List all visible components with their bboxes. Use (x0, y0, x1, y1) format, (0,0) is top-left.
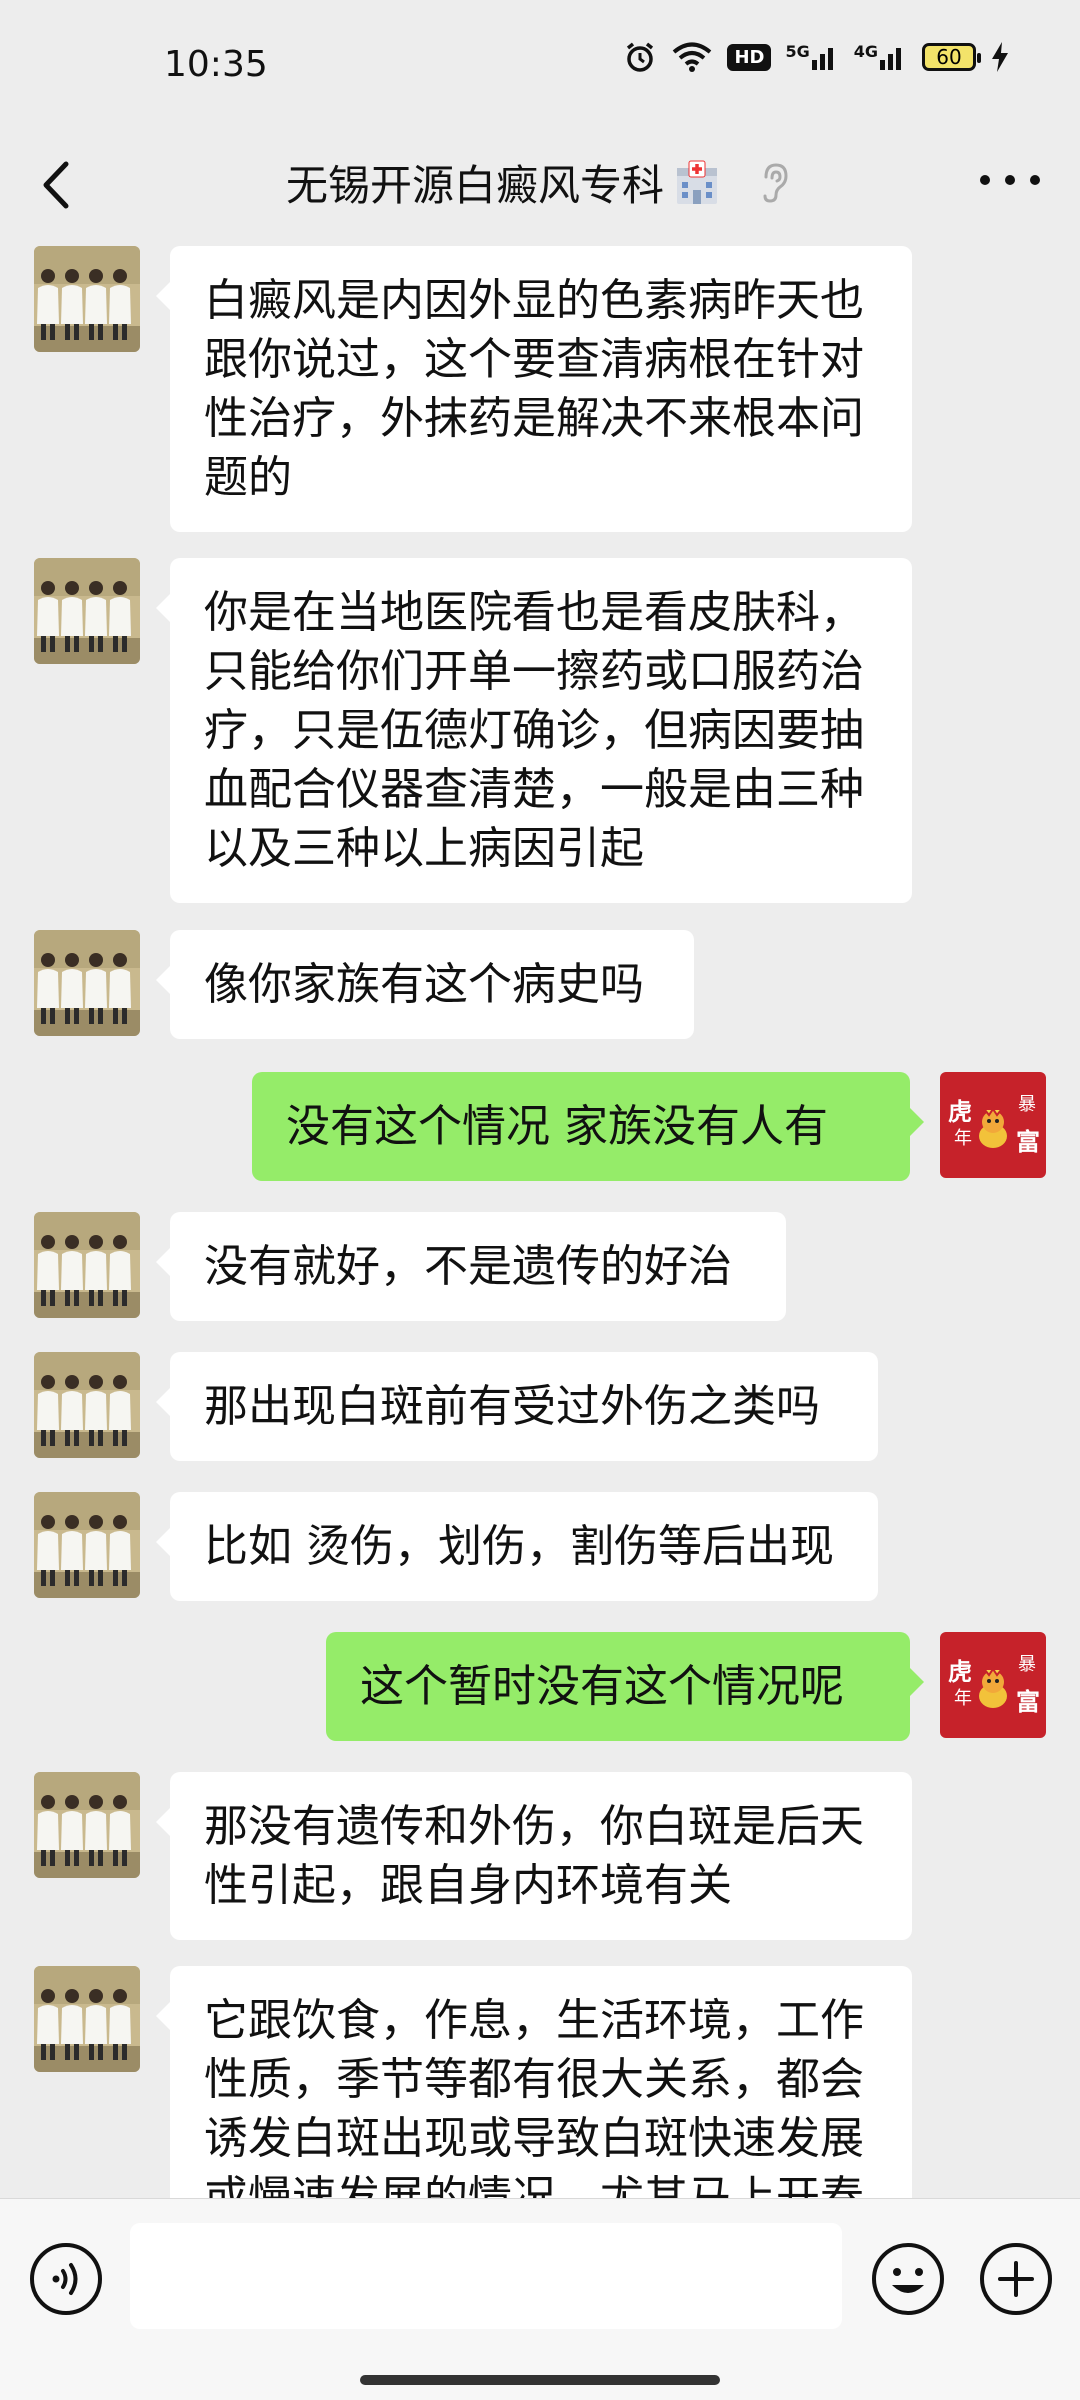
doctors-group-photo-icon (34, 1772, 140, 1878)
contact-avatar[interactable] (34, 1352, 140, 1458)
message-bubble[interactable]: 没有这个情况 家族没有人有 (252, 1072, 924, 1181)
message-bubble[interactable]: 比如 烫伤，划伤，割伤等后出现 (156, 1492, 878, 1601)
battery-icon: 60 (922, 43, 981, 71)
wifi-icon (671, 41, 713, 73)
incoming-message: 没有就好，不是遗传的好治 (0, 1212, 1080, 1321)
incoming-message: 白癜风是内因外显的色素病昨天也跟你说过，这个要查清病根在针对性治疗，外抹药是解决… (0, 246, 1080, 532)
doctors-group-photo-icon (34, 930, 140, 1036)
incoming-message: 那出现白斑前有受过外伤之类吗 (0, 1352, 1080, 1461)
my-avatar[interactable]: 虎 年 暴 富 (940, 1632, 1046, 1738)
doctors-group-photo-icon (34, 1352, 140, 1458)
more-functions-button[interactable] (978, 2241, 1054, 2317)
message-bubble[interactable]: 那没有遗传和外伤，你白斑是后天性引起，跟自身内环境有关 (156, 1772, 912, 1940)
incoming-message: 它跟饮食，作息，生活环境，工作性质，季节等都有很大关系，都会诱发白斑出现或导致白… (0, 1966, 1080, 2198)
status-icons: HD 5G 4G 60 (623, 40, 1010, 74)
emoji-icon (872, 2243, 944, 2315)
battery-level: 60 (936, 45, 962, 69)
incoming-message: 比如 烫伤，划伤，割伤等后出现 (0, 1492, 1080, 1601)
message-bubble[interactable]: 那出现白斑前有受过外伤之类吗 (156, 1352, 878, 1461)
avatar-char: 虎 (948, 1657, 972, 1686)
avatar-char: 虎 (948, 1097, 972, 1126)
outgoing-message: 虎 年 暴 富 这个暂时没有这个情况呢 (0, 1632, 1080, 1741)
alarm-icon (623, 40, 657, 74)
incoming-message: 你是在当地医院看也是看皮肤科，只能给你们开单一擦药或口服药治疗，只是伍德灯确诊，… (0, 558, 1080, 903)
hd-icon: HD (727, 43, 772, 71)
charging-icon (990, 41, 1010, 73)
doctors-group-photo-icon (34, 246, 140, 352)
contact-avatar[interactable] (34, 930, 140, 1036)
signal-5g-icon: 5G (785, 42, 839, 72)
signal-5g-label: 5G (785, 42, 810, 61)
doctors-group-photo-icon (34, 558, 140, 664)
chat-screen: 10:35 HD 5G 4G 60 无锡开源白癜风专科 白癜风是内因外显的色素病… (0, 0, 1080, 2400)
ear-icon (763, 162, 788, 203)
home-indicator[interactable] (360, 2375, 720, 2385)
signal-4g-icon: 4G (854, 42, 908, 72)
contact-avatar[interactable] (34, 1212, 140, 1318)
more-dot-icon (1005, 175, 1015, 185)
avatar-char: 年 (954, 1128, 972, 1149)
more-dot-icon (1030, 175, 1040, 185)
voice-icon (30, 2243, 102, 2315)
outgoing-message: 虎 年 暴 富 没有这个情况 家族没有人有 (0, 1072, 1080, 1181)
message-bubble[interactable]: 没有就好，不是遗传的好治 (156, 1212, 786, 1321)
my-avatar[interactable]: 虎 年 暴 富 (940, 1072, 1046, 1178)
incoming-message: 那没有遗传和外伤，你白斑是后天性引起，跟自身内环境有关 (0, 1772, 1080, 1940)
contact-avatar[interactable] (34, 1772, 140, 1878)
message-bubble[interactable]: 你是在当地医院看也是看皮肤科，只能给你们开单一擦药或口服药治疗，只是伍德灯确诊，… (156, 558, 912, 903)
doctors-group-photo-icon (34, 1212, 140, 1318)
hospital-icon (677, 160, 717, 204)
message-bubble[interactable]: 像你家族有这个病史吗 (156, 930, 694, 1039)
doctors-group-photo-icon (34, 1966, 140, 2072)
message-input[interactable] (130, 2223, 842, 2329)
signal-4g-label: 4G (853, 42, 878, 61)
avatar-char: 富 (1016, 1127, 1040, 1156)
chat-title: 无锡开源白癜风专科 (0, 152, 1080, 213)
avatar-char: 富 (1016, 1687, 1040, 1716)
status-time: 10:35 (164, 44, 268, 85)
contact-avatar[interactable] (34, 1492, 140, 1598)
contact-avatar[interactable] (34, 246, 140, 352)
contact-avatar[interactable] (34, 1966, 140, 2072)
more-dot-icon (980, 175, 990, 185)
message-bubble[interactable]: 它跟饮食，作息，生活环境，工作性质，季节等都有很大关系，都会诱发白斑出现或导致白… (156, 1966, 912, 2198)
plus-icon (980, 2243, 1052, 2315)
contact-avatar[interactable] (34, 558, 140, 664)
doctors-group-photo-icon (34, 1492, 140, 1598)
avatar-char: 暴 (1018, 1094, 1036, 1115)
incoming-message: 像你家族有这个病史吗 (0, 930, 1080, 1039)
more-options-button[interactable] (980, 170, 1040, 190)
message-bubble[interactable]: 这个暂时没有这个情况呢 (326, 1632, 924, 1741)
voice-input-button[interactable] (28, 2241, 104, 2317)
tiger-year-avatar-icon: 虎 年 暴 富 (940, 1632, 1046, 1738)
message-list[interactable]: 白癜风是内因外显的色素病昨天也跟你说过，这个要查清病根在针对性治疗，外抹药是解决… (0, 240, 1080, 2198)
avatar-char: 暴 (1018, 1654, 1036, 1675)
input-bar (0, 2198, 1080, 2400)
message-bubble[interactable]: 白癜风是内因外显的色素病昨天也跟你说过，这个要查清病根在针对性治疗，外抹药是解决… (156, 246, 912, 532)
avatar-char: 年 (954, 1688, 972, 1709)
chat-header: 无锡开源白癜风专科 (0, 130, 1080, 240)
chat-title-text: 无锡开源白癜风专科 (285, 161, 664, 210)
status-bar: 10:35 HD 5G 4G 60 (0, 0, 1080, 130)
tiger-year-avatar-icon: 虎 年 暴 富 (940, 1072, 1046, 1178)
emoji-button[interactable] (870, 2241, 946, 2317)
